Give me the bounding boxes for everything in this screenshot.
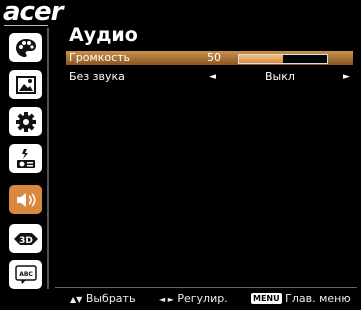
- page-title: Аудио: [69, 24, 138, 46]
- hint-menu-label: Глав. меню: [285, 292, 351, 305]
- up-down-icon: ▲▼: [70, 295, 83, 304]
- palette-icon: [15, 38, 37, 58]
- logo-underline: [4, 25, 48, 26]
- sidebar-item-3d[interactable]: 3D: [9, 224, 42, 253]
- hint-select: ▲▼ Выбрать: [70, 292, 135, 305]
- volume-slider[interactable]: [238, 54, 328, 64]
- volume-label: Громкость: [69, 51, 131, 64]
- gear-icon: [15, 111, 36, 132]
- acer-logo: acer: [3, 0, 63, 27]
- sidebar-item-language[interactable]: ABC: [9, 260, 42, 289]
- hint-select-label: Выбрать: [85, 292, 136, 305]
- mute-row[interactable]: Без звука ◄ Выкл ►: [66, 70, 353, 84]
- hint-adjust-label: Регулир.: [177, 292, 228, 305]
- projector-icon: [15, 148, 37, 170]
- sidebar-item-audio[interactable]: [9, 185, 42, 214]
- speaker-icon: [15, 191, 37, 209]
- footer-divider: [55, 287, 357, 288]
- hint-adjust: ◄ ► Регулир.: [159, 292, 228, 305]
- 3d-icon-label: 3D: [19, 236, 33, 246]
- left-right-icon: ◄ ►: [159, 295, 174, 304]
- mute-right-arrow-icon[interactable]: ►: [343, 70, 350, 84]
- menu-key-icon: MENU: [251, 293, 282, 304]
- sidebar: 3D ABC: [4, 28, 49, 289]
- language-icon-label: ABC: [19, 271, 33, 278]
- 3d-icon: 3D: [13, 230, 38, 248]
- mute-value: Выкл: [265, 70, 295, 83]
- volume-value: 50: [207, 51, 221, 64]
- sidebar-item-image[interactable]: [9, 70, 42, 99]
- picture-icon: [15, 75, 36, 94]
- language-icon: ABC: [14, 264, 37, 285]
- sidebar-item-management[interactable]: [9, 144, 42, 173]
- hint-menu: MENU Глав. меню: [251, 292, 351, 305]
- volume-slider-fill: [239, 55, 283, 63]
- sidebar-item-settings[interactable]: [9, 107, 42, 136]
- mute-left-arrow-icon[interactable]: ◄: [209, 70, 216, 84]
- sidebar-item-color[interactable]: [9, 33, 42, 62]
- mute-label: Без звука: [69, 70, 125, 83]
- volume-row[interactable]: Громкость 50: [66, 51, 353, 65]
